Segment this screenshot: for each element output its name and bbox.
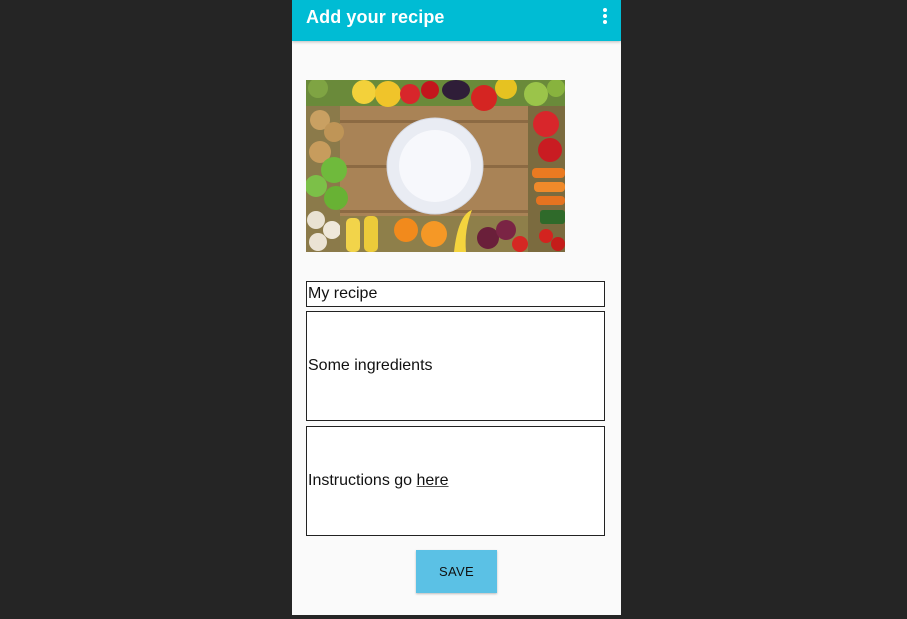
instructions-text: Instructions go here bbox=[308, 472, 449, 490]
app-bar: Add your recipe bbox=[292, 0, 621, 41]
instructions-here-link[interactable]: here bbox=[417, 472, 449, 489]
emulator-background: Add your recipe My recipe Some ingredien… bbox=[0, 0, 907, 619]
recipe-title-value: My recipe bbox=[308, 285, 378, 302]
recipe-title-field[interactable]: My recipe bbox=[306, 281, 605, 307]
more-vert-icon[interactable] bbox=[601, 8, 609, 26]
ingredients-value: Some ingredients bbox=[308, 357, 433, 374]
ingredients-field[interactable]: Some ingredients bbox=[306, 311, 605, 421]
instructions-field[interactable]: Instructions go here bbox=[306, 426, 605, 536]
app-bar-title: Add your recipe bbox=[306, 7, 445, 27]
recipe-image[interactable] bbox=[306, 80, 565, 252]
app-screen: Add your recipe My recipe Some ingredien… bbox=[292, 0, 621, 615]
instructions-prefix: Instructions go bbox=[308, 472, 417, 489]
save-button[interactable]: SAVE bbox=[416, 550, 497, 593]
